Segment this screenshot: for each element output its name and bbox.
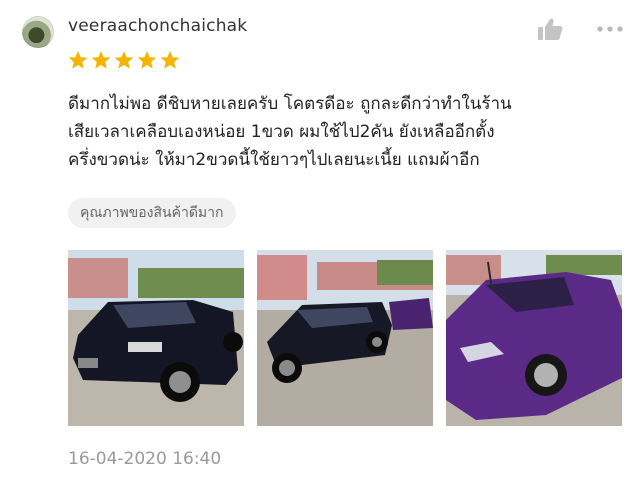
star-icon xyxy=(68,51,88,69)
star-icon xyxy=(160,51,180,69)
reviewer-name[interactable]: veeraachonchaichak xyxy=(68,16,247,36)
review-photo-3[interactable] xyxy=(446,250,622,426)
review-line: ดีมากไม่พอ ดีชิบหายเลยครับ โคตรดีอะ ถูกล… xyxy=(68,94,512,114)
black-suv-photo xyxy=(68,250,244,426)
star-icon xyxy=(114,51,134,69)
star-rating xyxy=(68,50,180,70)
black-suv-and-purple-car-photo xyxy=(257,250,433,426)
more-options-icon[interactable] xyxy=(597,26,623,32)
purple-car-photo xyxy=(446,250,622,426)
star-icon xyxy=(91,51,111,69)
review-timestamp: 16-04-2020 16:40 xyxy=(68,449,222,469)
review-tag: คุณภาพของสินค้าดีมาก xyxy=(68,198,236,228)
star-icon xyxy=(137,51,157,69)
reviewer-avatar[interactable] xyxy=(22,16,54,48)
review-text: ดีมากไม่พอ ดีชิบหายเลยครับ โคตรดีอะ ถูกล… xyxy=(68,90,608,174)
review-line: เสียเวลาเคลือบเองหน่อย 1ขวด ผมใช้ไป2คัน … xyxy=(68,122,495,142)
thumbs-up-icon[interactable] xyxy=(537,17,563,41)
review-photo-2[interactable] xyxy=(257,250,433,426)
review-line: ครึ่งขวดน่ะ ให้มา2ขวดนี้ใช้ยาวๆไปเลยนะเน… xyxy=(68,150,480,170)
review-photo-1[interactable] xyxy=(68,250,244,426)
